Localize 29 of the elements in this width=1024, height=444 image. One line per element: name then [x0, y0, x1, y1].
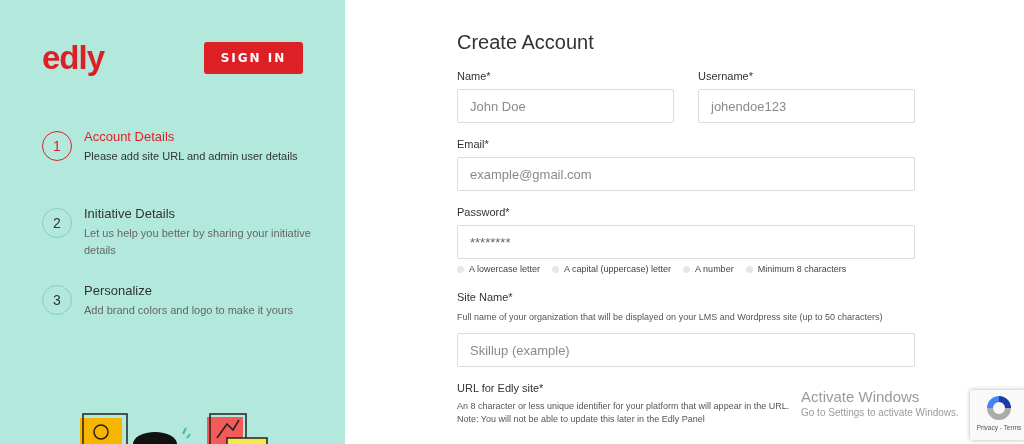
field-label: Password*: [457, 206, 511, 219]
step-description: Add brand colors and logo to make it yours: [84, 303, 295, 318]
password-rule: A capital (uppercase) letter: [564, 264, 672, 274]
field-label: Username*: [698, 70, 755, 83]
step-title: Personalize: [84, 282, 153, 300]
password-rule: A lowercase letter: [469, 264, 541, 274]
input-field[interactable]: johendoe123: [698, 89, 915, 123]
step-description: Let us help you better by sharing your initiative details: [84, 226, 312, 258]
field-label: URL for Edly site*: [457, 382, 545, 395]
input-field[interactable]: Skillup (example): [457, 333, 915, 367]
activation-notice-text: Go to Settings to activate Windows.: [801, 406, 959, 419]
step-title: Account Details: [84, 128, 176, 146]
logo: edly: [42, 40, 105, 76]
field-description: Full name of your organization that will be displayed on your LMS and Wordpress site (up to 50 characters): [457, 311, 884, 324]
activation-notice-title: Activate Windows: [801, 388, 921, 406]
input-field[interactable]: ********: [457, 225, 915, 259]
field-label: Name*: [457, 70, 492, 83]
sign-in-button[interactable]: SIGN IN: [204, 42, 303, 74]
step-title: Initiative Details: [84, 205, 177, 223]
field-description: An 8 character or less unique identifier for your platform that will appear in the URL. Note: You will not be able to update this later in the Edly Panel: [457, 400, 791, 426]
password-rule: A number: [695, 264, 734, 274]
password-rule: Minimum 8 characters: [757, 264, 847, 274]
input-field[interactable]: John Doe: [457, 89, 674, 123]
step-description: Please add site URL and admin user details: [84, 149, 299, 164]
recaptcha-icon: [984, 394, 1014, 422]
form-title: Create Account: [457, 30, 595, 54]
input-field[interactable]: example@gmail.com: [457, 157, 915, 191]
field-label: Site Name*: [457, 291, 514, 304]
field-label: Email*: [457, 138, 490, 151]
